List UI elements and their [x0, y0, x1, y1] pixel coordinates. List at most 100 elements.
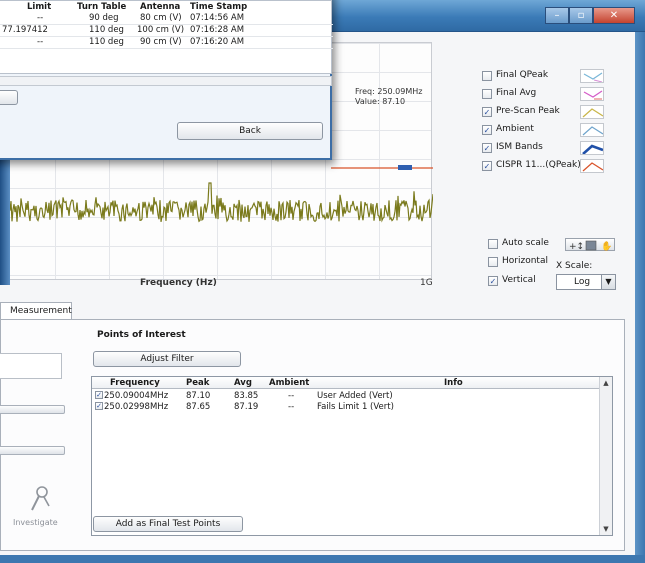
left-input-field[interactable]	[0, 353, 62, 379]
legend-item-ism-bands[interactable]: ✓ ISM Bands	[478, 140, 628, 158]
results-table: Limit Turn Table Antenna Time Stamp -- 9…	[0, 0, 333, 74]
x-scale-value: Log	[574, 277, 591, 287]
table-row[interactable]: -- 90 deg 80 cm (V) 07:14:56 AM	[0, 13, 333, 24]
row-checkbox[interactable]: ✓	[95, 402, 103, 410]
limit-marker[interactable]	[398, 165, 412, 170]
cell-turn-table: 110 deg	[89, 25, 124, 35]
cell-turn-table: 90 deg	[89, 13, 119, 23]
row-divider	[0, 48, 333, 49]
table-row[interactable]: ✓ 250.02998MHz 87.65 87.19 -- Fails Limi…	[92, 401, 600, 412]
ism-bands-swatch-icon	[580, 141, 604, 155]
col-ambient[interactable]: Ambient	[269, 378, 309, 388]
zoom-tools-toolbar[interactable]: +↕ ✋	[565, 238, 615, 252]
legend-item-cispr-11[interactable]: ✓ CISPR 11...(QPeak)	[478, 158, 628, 176]
investigate-icon[interactable]	[27, 484, 53, 514]
scroll-up-icon[interactable]: ▲	[600, 377, 612, 387]
legend-checkbox[interactable]: ✓	[482, 143, 492, 153]
zoom-tools-icon: +↕ ✋	[569, 240, 612, 252]
left-slider-1[interactable]	[0, 405, 65, 414]
col-info[interactable]: Info	[444, 378, 463, 388]
cell-time-stamp: 07:16:20 AM	[190, 37, 245, 47]
left-slider-2[interactable]	[0, 446, 65, 455]
cell-antenna: 80 cm (V)	[140, 13, 182, 23]
legend-label: Final Avg	[496, 88, 537, 98]
vertical-label: Vertical	[502, 275, 536, 285]
col-antenna[interactable]: Antenna	[140, 2, 180, 12]
adjust-filter-button[interactable]: Adjust Filter	[93, 351, 241, 367]
legend-label: Pre-Scan Peak	[496, 106, 560, 116]
horizontal-label: Horizontal	[502, 256, 548, 266]
results-table-header: Limit Turn Table Antenna Time Stamp	[0, 2, 333, 13]
legend-item-final-qpeak[interactable]: Final QPeak	[478, 68, 628, 86]
results-dialog: Limit Turn Table Antenna Time Stamp -- 9…	[0, 0, 333, 160]
col-frequency[interactable]: Frequency	[110, 378, 160, 388]
horizontal-checkbox[interactable]	[488, 257, 498, 267]
measurement-panel: Investigate Points of Interest Adjust Fi…	[0, 319, 625, 551]
legend-checkbox[interactable]: ✓	[482, 107, 492, 117]
back-button[interactable]: Back	[177, 122, 323, 140]
cell-peak: 87.10	[186, 391, 211, 401]
maximize-button[interactable]: ▫	[569, 7, 593, 24]
cell-limit: --	[37, 37, 44, 47]
col-turn-table[interactable]: Turn Table	[77, 2, 126, 12]
row-checkbox[interactable]: ✓	[95, 391, 103, 399]
vertical-checkbox[interactable]: ✓	[488, 276, 498, 286]
cell-limit: 77.197412	[2, 25, 48, 35]
cell-ambient: --	[288, 391, 295, 401]
x-tick-1g: 1G	[420, 278, 433, 288]
dialog-left-button[interactable]	[0, 90, 18, 105]
pre-scan-peak-trace	[1, 182, 433, 223]
col-peak[interactable]: Peak	[186, 378, 209, 388]
ambient-swatch-icon	[580, 123, 604, 137]
auto-scale-label: Auto scale	[502, 238, 549, 248]
table-row[interactable]: -- 110 deg 90 cm (V) 07:16:20 AM	[0, 37, 333, 48]
close-button[interactable]: ✕	[593, 7, 635, 24]
x-axis-title: Frequency (Hz)	[140, 278, 217, 288]
results-horizontal-scrollbar[interactable]	[0, 76, 332, 86]
legend-item-final-avg[interactable]: Final Avg	[478, 86, 628, 104]
tab-measurement[interactable]: Measurement	[0, 302, 72, 320]
pre-scan-peak-swatch-icon	[580, 105, 604, 119]
svg-text:+↕: +↕	[569, 242, 584, 252]
cell-ambient: --	[288, 402, 295, 412]
cursor-readout: Freq: 250.09MHz Value: 87.10	[355, 87, 422, 107]
cell-time-stamp: 07:16:28 AM	[190, 25, 245, 35]
table-row[interactable]: ✓ 250.09004MHz 87.10 83.85 -- User Added…	[92, 390, 600, 401]
legend-label: Final QPeak	[496, 70, 549, 80]
legend-item-ambient[interactable]: ✓ Ambient	[478, 122, 628, 140]
add-final-test-points-button[interactable]: Add as Final Test Points	[93, 516, 243, 532]
col-limit[interactable]: Limit	[27, 2, 51, 12]
cell-limit: --	[37, 13, 44, 23]
cell-time-stamp: 07:14:56 AM	[190, 13, 245, 23]
cell-antenna: 100 cm (V)	[137, 25, 185, 35]
legend-checkbox[interactable]: ✓	[482, 161, 492, 171]
title-bar[interactable]: – ▫ ✕	[300, 0, 645, 32]
cell-antenna: 90 cm (V)	[140, 37, 182, 47]
minimize-button[interactable]: –	[545, 7, 569, 24]
table-header: Frequency Peak Avg Ambient Info	[92, 377, 600, 389]
readout-value: Value: 87.10	[355, 97, 406, 106]
col-time-stamp[interactable]: Time Stamp	[190, 2, 247, 12]
legend-checkbox[interactable]	[482, 71, 492, 81]
cell-info: User Added (Vert)	[317, 391, 393, 401]
points-of-interest-title: Points of Interest	[97, 330, 186, 340]
table-row[interactable]: 77.197412 110 deg 100 cm (V) 07:16:28 AM	[0, 25, 333, 36]
x-scale-select[interactable]: Log ▼	[556, 274, 616, 290]
chevron-down-icon[interactable]: ▼	[601, 275, 615, 289]
legend-checkbox[interactable]: ✓	[482, 125, 492, 135]
legend-label: Ambient	[496, 124, 534, 134]
legend-label: ISM Bands	[496, 142, 543, 152]
table-scrollbar[interactable]: ▲ ▼	[599, 377, 612, 535]
legend-item-pre-scan-peak[interactable]: ✓ Pre-Scan Peak	[478, 104, 628, 122]
cell-frequency: 250.09004MHz	[104, 391, 169, 401]
legend-checkbox[interactable]	[482, 89, 492, 99]
window-frame-bottom	[0, 555, 645, 563]
col-avg[interactable]: Avg	[234, 378, 252, 388]
final-avg-swatch-icon	[580, 87, 604, 101]
cell-avg: 83.85	[234, 391, 259, 401]
investigate-label: Investigate	[13, 518, 58, 527]
final-qpeak-swatch-icon	[580, 69, 604, 83]
scroll-down-icon[interactable]: ▼	[600, 525, 612, 533]
auto-scale-checkbox[interactable]	[488, 239, 498, 249]
trace-legend: Final QPeak Final Avg ✓ Pre-Scan Peak ✓ …	[478, 68, 628, 176]
